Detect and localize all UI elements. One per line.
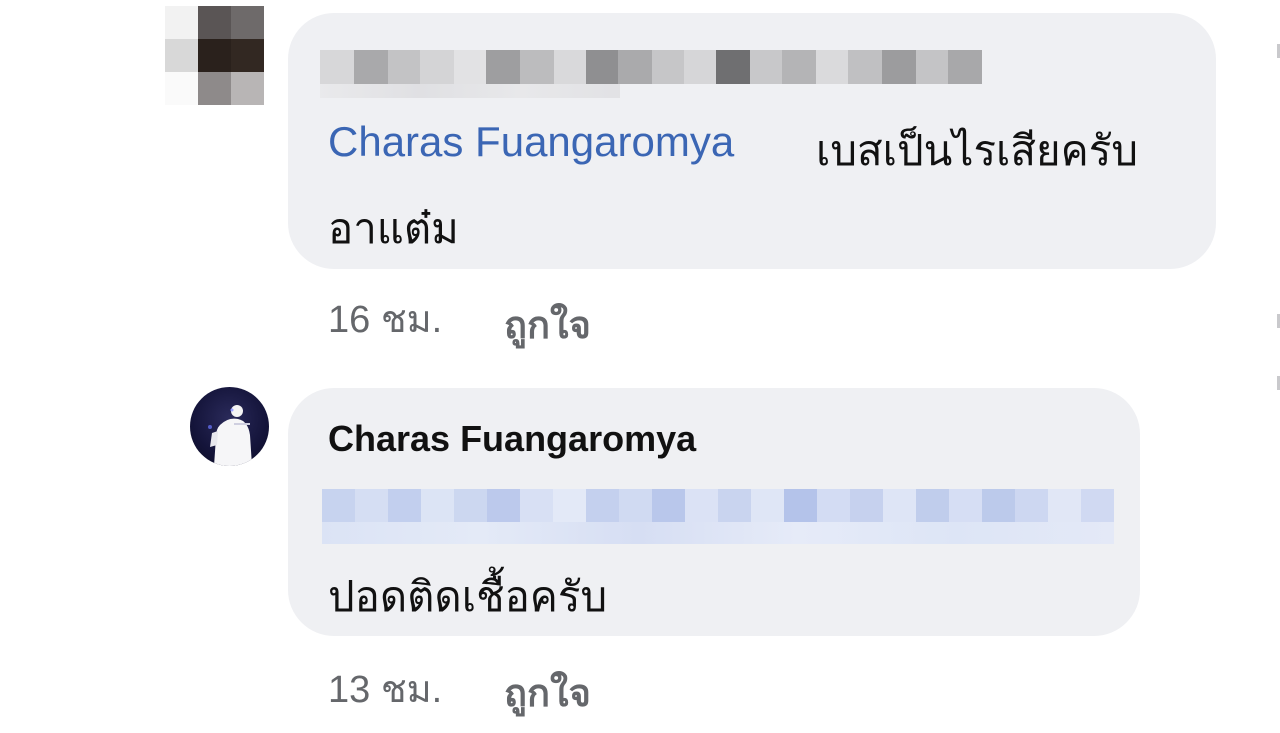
redacted-author-name [320, 50, 1000, 84]
comment-text-line: อาแต๋ม [328, 205, 459, 252]
comment-text-line: เบสเป็นไรเสียครับ [816, 127, 1138, 174]
person-silhouette-icon [208, 405, 252, 466]
redacted-mention-tail [322, 522, 1114, 544]
comment-timestamp[interactable]: 13 ชม. [328, 658, 442, 719]
profile-photo-avatar-icon[interactable] [190, 387, 269, 466]
redacted-author-name-tail [320, 84, 620, 98]
redacted-mention [322, 489, 1114, 522]
like-button[interactable]: ถูกใจ [504, 294, 591, 355]
comment-timestamp[interactable]: 16 ชม. [328, 288, 442, 349]
comment-text: ปอดติดเชื้อครับ [328, 573, 608, 620]
mention-link[interactable]: Charas Fuangaromya [328, 118, 734, 166]
like-button[interactable]: ถูกใจ [504, 662, 591, 723]
pixelated-avatar-icon[interactable] [165, 6, 275, 106]
comment-author-name[interactable]: Charas Fuangaromya [328, 418, 696, 460]
